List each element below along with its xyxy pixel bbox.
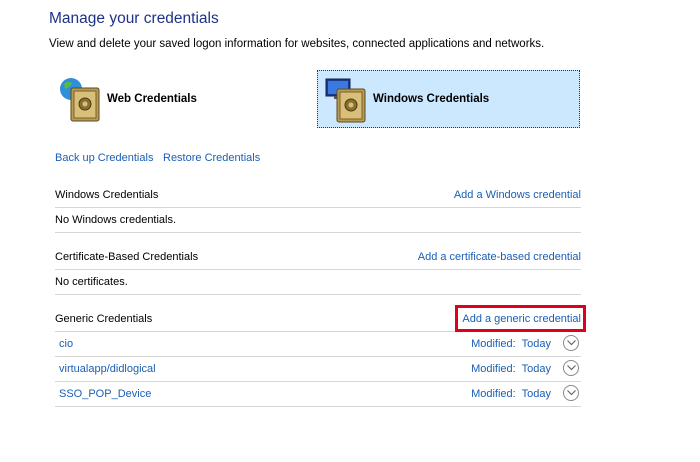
windows-credentials-section: Windows Credentials Add a Windows creden… xyxy=(55,183,581,233)
empty-message: No Windows credentials. xyxy=(55,214,177,226)
modified-label: Modified: xyxy=(471,338,516,350)
credential-modified: Modified: Today xyxy=(471,388,551,400)
credential-row[interactable]: SSO_POP_Device Modified: Today xyxy=(55,382,581,407)
windows-credentials-label: Windows Credentials xyxy=(373,93,490,105)
credential-name[interactable]: SSO_POP_Device xyxy=(59,388,151,400)
highlight-box xyxy=(455,305,586,332)
credential-row[interactable]: virtualapp/didlogical Modified: Today xyxy=(55,357,581,382)
credential-modified: Modified: Today xyxy=(471,363,551,375)
section-title: Generic Credentials xyxy=(55,313,153,325)
modified-label: Modified: xyxy=(471,363,516,375)
credential-name[interactable]: cio xyxy=(59,338,73,350)
add-windows-credential-link[interactable]: Add a Windows credential xyxy=(454,189,581,201)
empty-message: No certificates. xyxy=(55,276,128,288)
modified-value: Today xyxy=(521,363,551,375)
web-credentials-vault-icon xyxy=(60,78,100,122)
modified-value: Today xyxy=(521,388,551,400)
restore-credentials-link[interactable]: Restore Credentials xyxy=(163,152,260,164)
section-title: Certificate-Based Credentials xyxy=(55,251,199,263)
modified-value: Today xyxy=(521,338,551,350)
windows-credentials-tile[interactable]: Windows Credentials xyxy=(317,70,580,128)
web-credentials-label: Web Credentials xyxy=(107,93,197,105)
credential-row[interactable]: cio Modified: Today xyxy=(55,332,581,357)
certificate-credentials-section: Certificate-Based Credentials Add a cert… xyxy=(55,245,581,295)
windows-credentials-vault-icon xyxy=(325,78,366,123)
backup-credentials-link[interactable]: Back up Credentials xyxy=(55,152,153,164)
web-credentials-tile[interactable]: Web Credentials xyxy=(52,70,274,128)
credential-modified: Modified: Today xyxy=(471,338,551,350)
section-title: Windows Credentials xyxy=(55,189,159,201)
credential-name[interactable]: virtualapp/didlogical xyxy=(59,363,156,375)
page-subtitle: View and delete your saved logon informa… xyxy=(49,38,545,50)
add-certificate-credential-link[interactable]: Add a certificate-based credential xyxy=(418,251,581,263)
expand-chevron-icon[interactable] xyxy=(563,335,579,351)
modified-label: Modified: xyxy=(471,388,516,400)
expand-chevron-icon[interactable] xyxy=(563,360,579,376)
page-title: Manage your credentials xyxy=(49,10,219,27)
expand-chevron-icon[interactable] xyxy=(563,385,579,401)
